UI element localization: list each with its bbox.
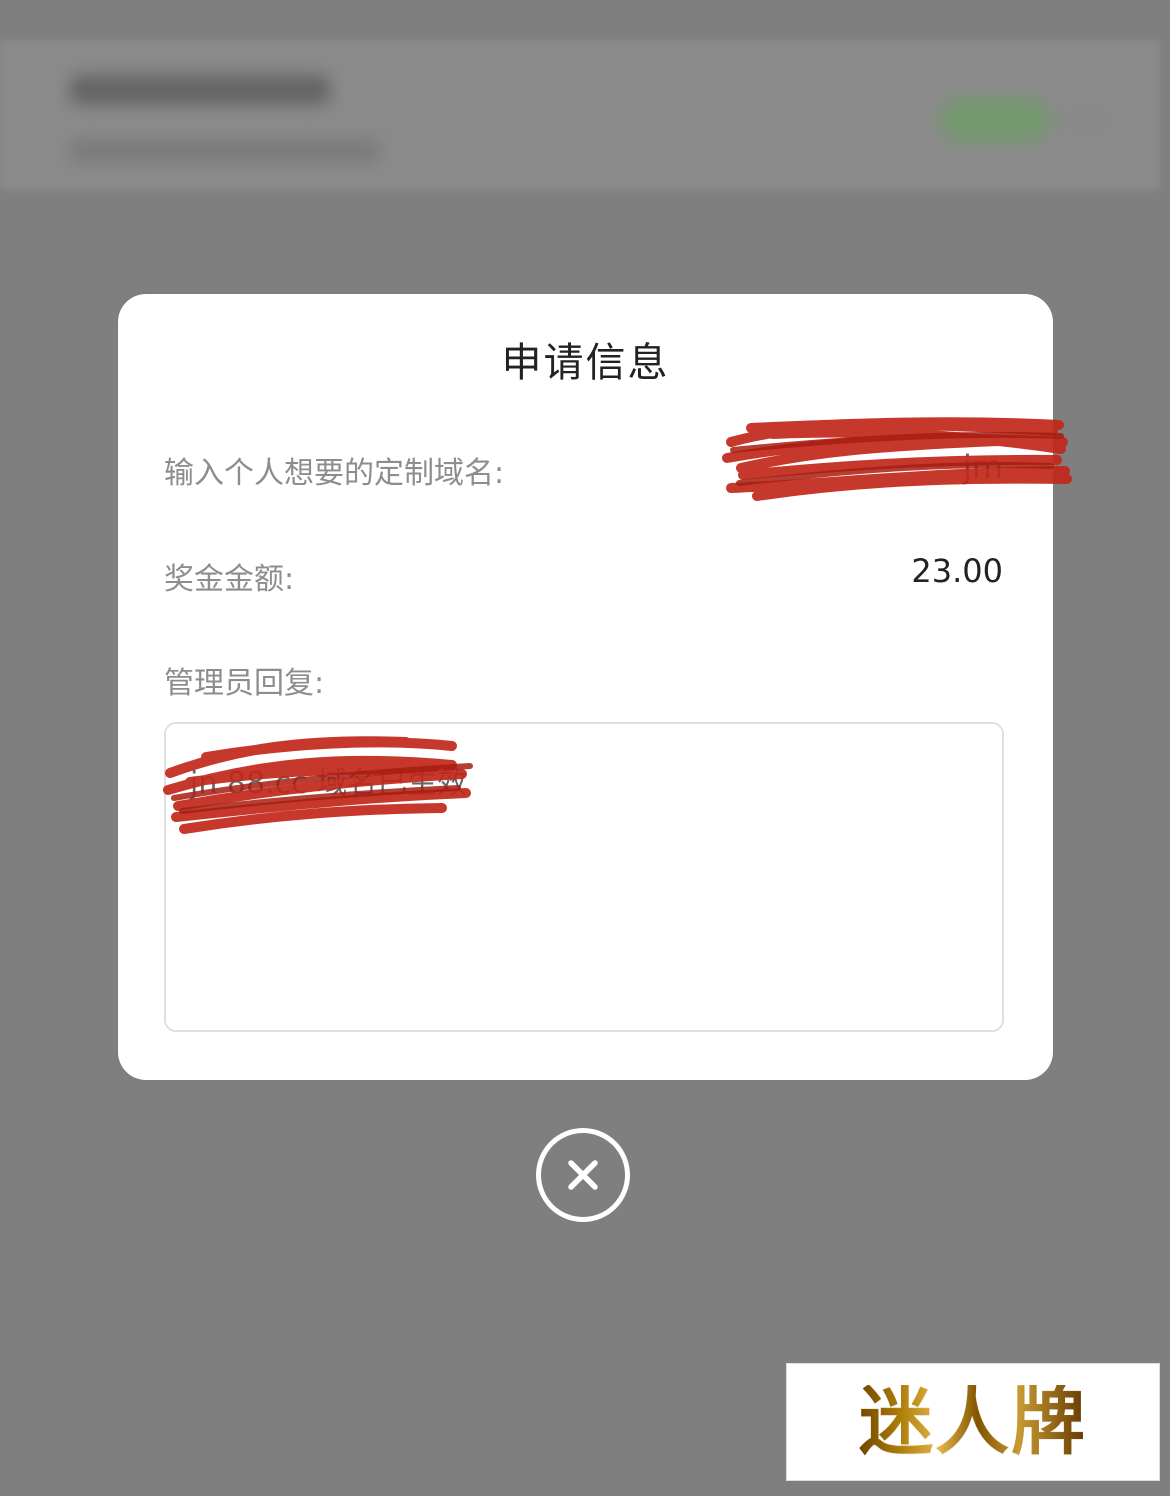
watermark-logo: 迷人牌 (786, 1363, 1160, 1481)
domain-redaction-scribble (722, 417, 1072, 501)
background-subtitle-blur (70, 140, 380, 162)
admin-reply-visible-fragment: 88.cc (226, 766, 308, 801)
admin-reply-visible-prefix: jn (190, 766, 218, 801)
close-button[interactable] (536, 1128, 630, 1222)
domain-value: jm (963, 448, 1003, 486)
background-title-blur (70, 75, 330, 105)
background-dot-blur (1072, 108, 1108, 134)
admin-reply-text: jn 88.cc 域名已生效 (190, 758, 467, 802)
watermark-text: 迷人牌 (859, 1379, 1087, 1465)
admin-reply-suffix: 域名已生效 (317, 766, 468, 801)
admin-reply-box: jn 88.cc 域名已生效 (163, 722, 1004, 1032)
bonus-value: 23.00 (911, 552, 1003, 590)
modal-title: 申请信息 (501, 340, 670, 386)
admin-reply-label: 管理员回复: (164, 666, 325, 701)
close-icon (568, 1160, 598, 1190)
domain-value-visible: jm (962, 448, 1003, 486)
bonus-label: 奖金金额: (164, 562, 295, 597)
background-status-badge-blur (940, 100, 1050, 140)
application-info-modal: 申请信息 输入个人想要的定制域名: jm 奖金金额: 23.00 管理员回复: … (118, 294, 1072, 1080)
domain-label: 输入个人想要的定制域名: (164, 456, 505, 491)
